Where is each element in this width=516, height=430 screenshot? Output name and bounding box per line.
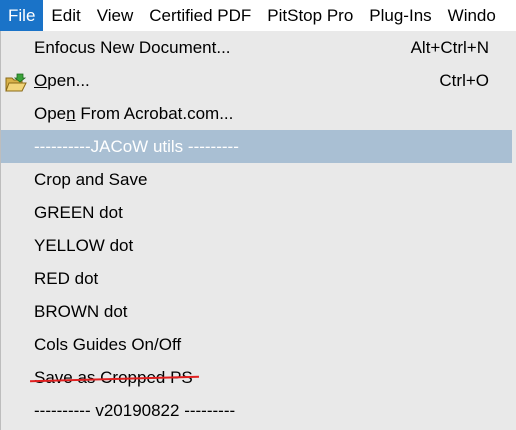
menu-item-crop-and-save[interactable]: Crop and Save (1, 163, 516, 196)
menu-item-save-as-cropped-ps[interactable]: Save as Cropped PS (1, 361, 516, 394)
menu-item-label: RED dot (34, 269, 99, 288)
menu-item-yellow-dot[interactable]: YELLOW dot (1, 229, 516, 262)
menu-item-version-separator: ---------- v20190822 --------- (1, 394, 516, 427)
menu-item-label: ----------JACoW utils --------- (34, 137, 239, 156)
menu-window[interactable]: Windo (440, 0, 504, 31)
menu-certified-pdf[interactable]: Certified PDF (141, 0, 259, 31)
menu-pitstop-pro[interactable]: PitStop Pro (259, 0, 361, 31)
menu-plug-ins[interactable]: Plug-Ins (361, 0, 439, 31)
menu-item-label: BROWN dot (34, 302, 128, 321)
menu-item-shortcut: Alt+Ctrl+N (410, 38, 489, 57)
menu-item-label: YELLOW dot (34, 236, 134, 255)
menu-item-label: Open... (34, 71, 90, 90)
menu-item-label: ---------- v20190822 --------- (34, 401, 236, 420)
menu-item-label: Save as Cropped PS (34, 361, 193, 394)
menu-file[interactable]: File (0, 0, 44, 31)
app-window: File Edit View Certified PDF PitStop Pro… (0, 0, 516, 430)
menu-item-open[interactable]: Open... Ctrl+O (1, 64, 516, 97)
menu-item-green-dot[interactable]: GREEN dot (1, 196, 516, 229)
menu-item-shortcut: Ctrl+O (439, 71, 489, 90)
menu-item-label: GREEN dot (34, 203, 123, 222)
menu-item-open-from-acrobat[interactable]: Open From Acrobat.com... (1, 97, 516, 130)
menu-item-jacow-utils-separator[interactable]: ----------JACoW utils --------- (1, 130, 512, 163)
menu-edit[interactable]: Edit (43, 0, 88, 31)
menu-item-cols-guides[interactable]: Cols Guides On/Off (1, 328, 516, 361)
menu-bar: File Edit View Certified PDF PitStop Pro… (0, 0, 516, 31)
menu-item-label: Open From Acrobat.com... (34, 104, 234, 123)
menu-view[interactable]: View (89, 0, 142, 31)
menu-item-label: Enfocus New Document... (34, 38, 231, 57)
open-folder-icon (5, 71, 27, 92)
menu-item-red-dot[interactable]: RED dot (1, 262, 516, 295)
menu-item-label: Crop and Save (34, 170, 148, 189)
menu-item-label: Cols Guides On/Off (34, 335, 182, 354)
menu-item-enfocus-new-document[interactable]: Enfocus New Document... Alt+Ctrl+N (1, 31, 516, 64)
file-menu-dropdown: Enfocus New Document... Alt+Ctrl+N Open.… (0, 31, 516, 430)
menu-item-brown-dot[interactable]: BROWN dot (1, 295, 516, 328)
